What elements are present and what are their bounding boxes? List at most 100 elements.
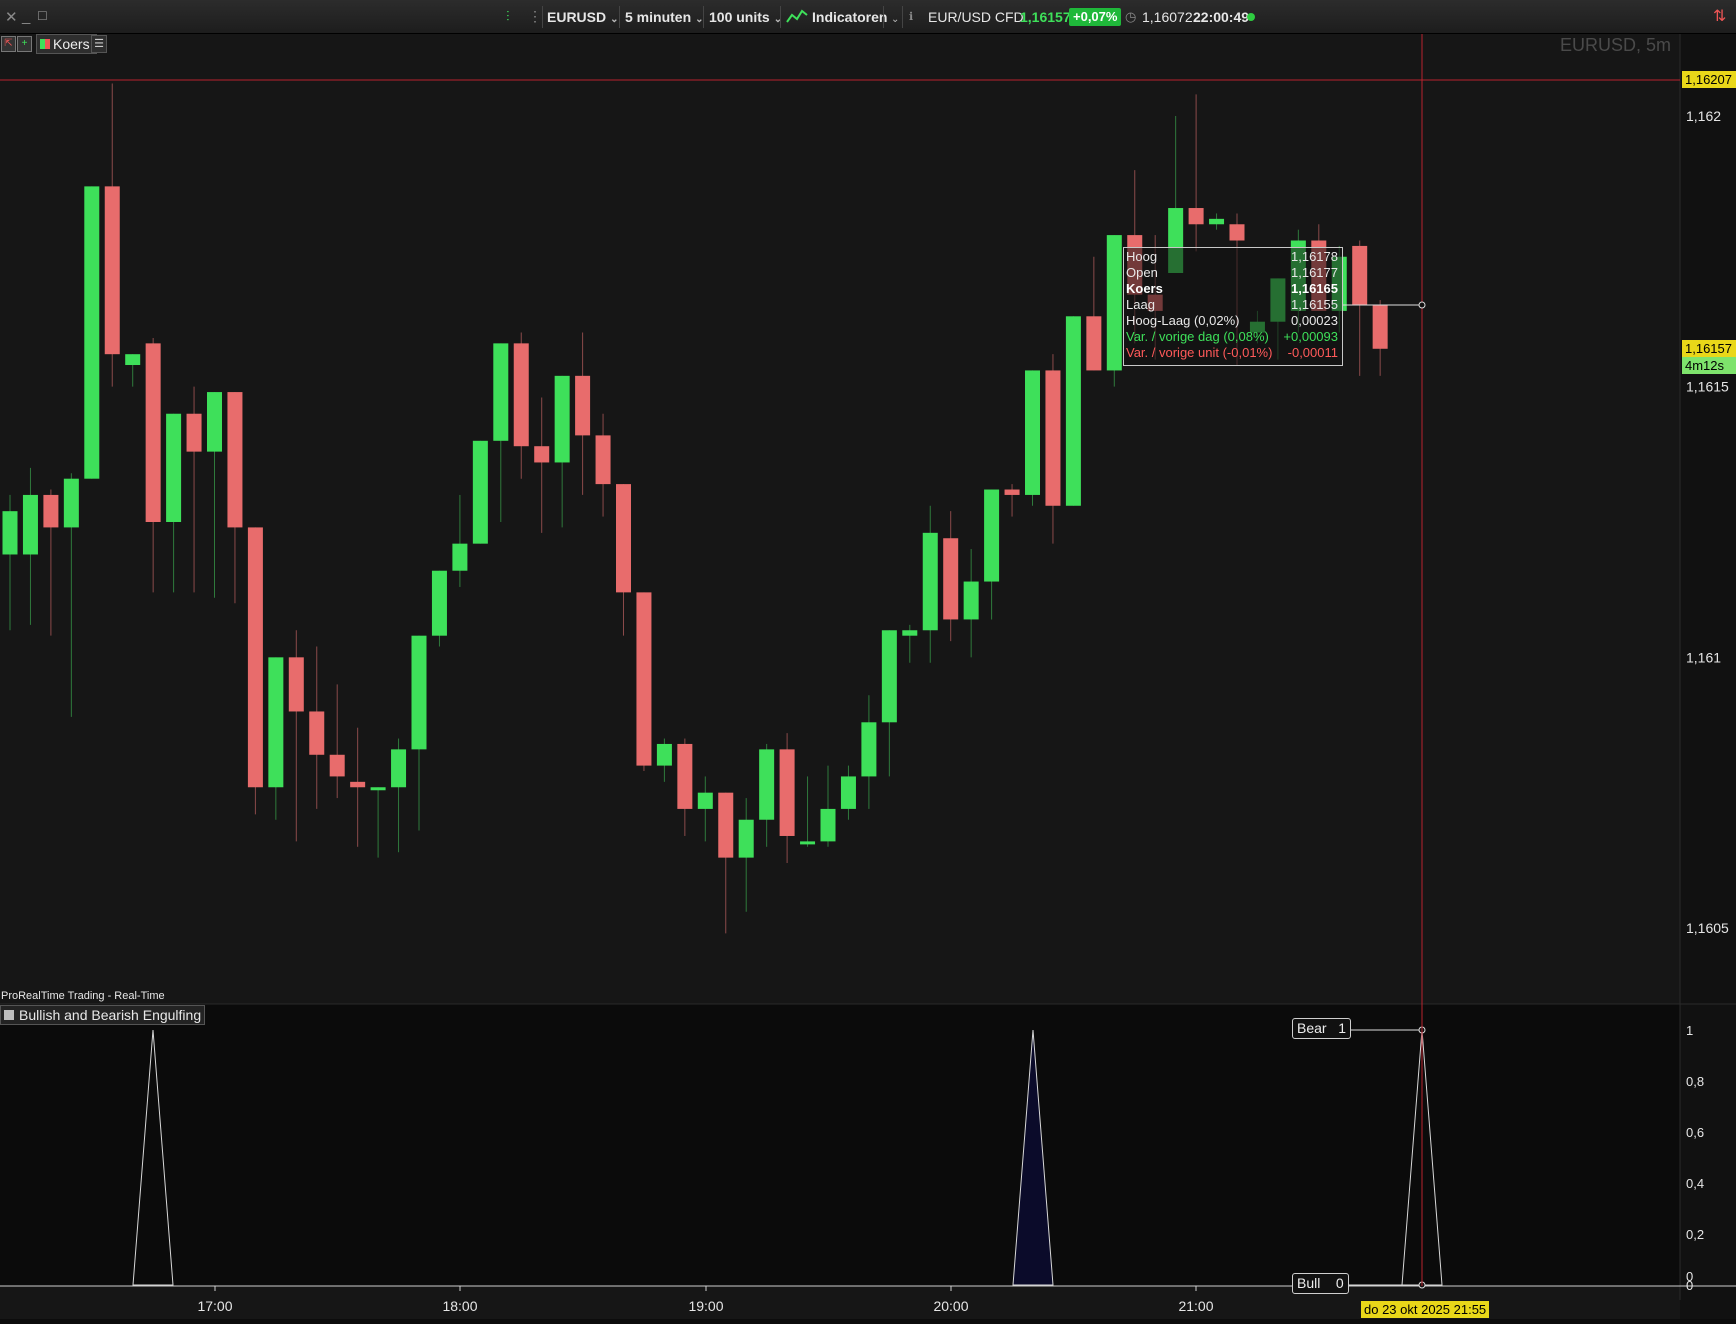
tooltip-key: Hoog	[1126, 249, 1158, 264]
candle-body	[22, 494, 38, 555]
candle-body	[472, 440, 488, 544]
price-series-tab[interactable]: Koers	[36, 34, 97, 54]
candle-body	[697, 792, 713, 809]
timeframe-selector[interactable]: 5 minuten ⌄	[625, 9, 704, 25]
candle-body	[1372, 305, 1388, 349]
candle-body	[145, 343, 161, 522]
x-axis-tick-label: 20:00	[933, 1298, 968, 1314]
tooltip-value: 1,16155	[1291, 297, 1338, 312]
price-panel-bg	[0, 34, 1680, 1004]
candlestick-type-icon[interactable]: ⫶	[506, 8, 510, 25]
candle-body	[493, 343, 509, 441]
candle-body	[166, 413, 182, 522]
crosshair-date-label: do 23 okt 2025 21:55	[1361, 1301, 1490, 1318]
indicator-y-tick-label: 0,6	[1686, 1125, 1704, 1140]
candle-body	[125, 354, 141, 366]
tooltip-row: Hoog-Laag (0,02%) 0,00023	[1126, 313, 1338, 329]
y-axis-tick-label: 1,161	[1686, 649, 1721, 665]
candle-body	[575, 375, 591, 436]
units-selector[interactable]: 100 units ⌄	[709, 9, 782, 25]
x-axis-tick-label: 17:00	[197, 1298, 232, 1314]
top-toolbar: ✕ _ ☐ ⫶ ⋮ EURUSD ⌄ 5 minuten ⌄ 100 units ⌄ …	[0, 0, 1736, 34]
candle-body	[207, 392, 222, 452]
tooltip-value: 1,16165	[1291, 281, 1338, 296]
link-icon[interactable]: ⋮	[528, 8, 542, 25]
candle-body	[922, 532, 938, 631]
bear-value: 1	[1338, 1020, 1347, 1036]
candle-body	[84, 186, 100, 479]
chevron-down-icon: ⌄	[891, 14, 900, 25]
bear-label-text: Bear	[1297, 1020, 1327, 1036]
candle-body	[738, 819, 754, 858]
indicator-y-tick-label: 0,2	[1686, 1227, 1704, 1242]
candle-body	[616, 484, 631, 593]
tooltip-row: Var. / vorige unit (-0,01%) -0,00011	[1126, 345, 1338, 361]
candle-body	[1106, 235, 1122, 371]
candle-body	[1045, 370, 1061, 506]
candle-body	[370, 787, 386, 791]
data-feed-label: ProRealTime Trading - Real-Time	[1, 990, 165, 1002]
candle-body	[881, 630, 897, 723]
indicator-title-tab[interactable]: Bullish and Bearish Engulfing	[0, 1005, 206, 1025]
tooltip-row: Var. / vorige dag (0,08%) +0,00093	[1126, 329, 1338, 345]
indicators-dropdown[interactable]: ⌄	[887, 9, 899, 25]
candle-body	[779, 749, 795, 836]
list-icon[interactable]: ☰	[91, 35, 107, 53]
live-status-icon	[1247, 13, 1255, 21]
symbol-label: EURUSD	[547, 9, 607, 25]
candle-body	[104, 186, 120, 355]
timeframe-label: 5 minuten	[625, 9, 692, 25]
minimize-window-icon[interactable]: _	[22, 8, 30, 25]
candle-body	[1004, 489, 1020, 495]
tooltip-value: 0,00023	[1291, 313, 1338, 328]
tooltip-row: Hoog 1,16178	[1126, 249, 1338, 265]
add-chart-icon[interactable]: +	[17, 36, 32, 52]
maximize-window-icon[interactable]: ☐	[37, 9, 48, 23]
tooltip-key: Var. / vorige unit (-0,01%)	[1126, 345, 1273, 360]
tooltip-key: Laag	[1126, 297, 1155, 312]
tooltip-row: Laag 1,16155	[1126, 297, 1338, 313]
price-series-label: Koers	[53, 36, 90, 52]
candle-body	[2, 511, 18, 555]
tooltip-row: Koers 1,16165	[1126, 281, 1338, 297]
clock-icon: ◷	[1125, 9, 1137, 24]
candle-body	[227, 392, 243, 528]
candle-body	[820, 808, 836, 842]
y-axis-tick-label: 1,1615	[1686, 379, 1729, 395]
tooltip-value: 1,16178	[1291, 249, 1338, 264]
indicators-icon[interactable]	[786, 8, 808, 25]
candle-body	[656, 743, 672, 766]
candle-body	[1086, 316, 1102, 371]
refresh-icon[interactable]: ⇅	[1713, 6, 1726, 26]
tooltip-value: -0,00011	[1287, 345, 1338, 360]
info-icon[interactable]: ℹ	[909, 10, 913, 23]
candle-body	[902, 630, 918, 636]
x-axis-tick-label: 19:00	[688, 1298, 723, 1314]
tooltip-key: Hoog-Laag (0,02%)	[1126, 313, 1240, 328]
candle-body	[840, 776, 856, 809]
bull-label: Bull 0	[1292, 1273, 1349, 1294]
instrument-name: EUR/USD CFD	[928, 9, 1024, 25]
symbol-selector[interactable]: EURUSD ⌄	[547, 9, 619, 25]
price-chart[interactable]: EURUSD, 5m 10,80,60,40,200 1,1621,16151,…	[0, 0, 1736, 1324]
reference-price: 1,16072	[1142, 9, 1193, 25]
detach-icon[interactable]: ⇱	[1, 36, 16, 52]
indicator-y-tick-label: 1	[1686, 1023, 1693, 1038]
candle-body	[677, 743, 693, 809]
units-label: 100 units	[709, 9, 770, 25]
indicators-button[interactable]: Indicatoren	[812, 9, 887, 25]
tooltip-value: +0,00093	[1283, 329, 1338, 344]
chevron-down-icon: ⌄	[610, 14, 619, 25]
candle-body	[534, 446, 550, 463]
candle-body	[718, 792, 734, 858]
candle-body	[452, 543, 468, 571]
candle-body	[861, 722, 877, 777]
candle-body	[268, 657, 284, 788]
close-window-icon[interactable]: ✕	[5, 8, 18, 26]
candle-body	[309, 711, 325, 755]
server-time: 22:00:49	[1193, 9, 1250, 25]
y-axis-tick-label: 1,162	[1686, 108, 1721, 124]
candle-tooltip: Hoog 1,16178 Open 1,16177 Koers 1,16165 Laag 1,…	[1123, 247, 1343, 366]
bull-label-text: Bull	[1297, 1275, 1321, 1291]
x-axis-tick-label: 21:00	[1178, 1298, 1213, 1314]
